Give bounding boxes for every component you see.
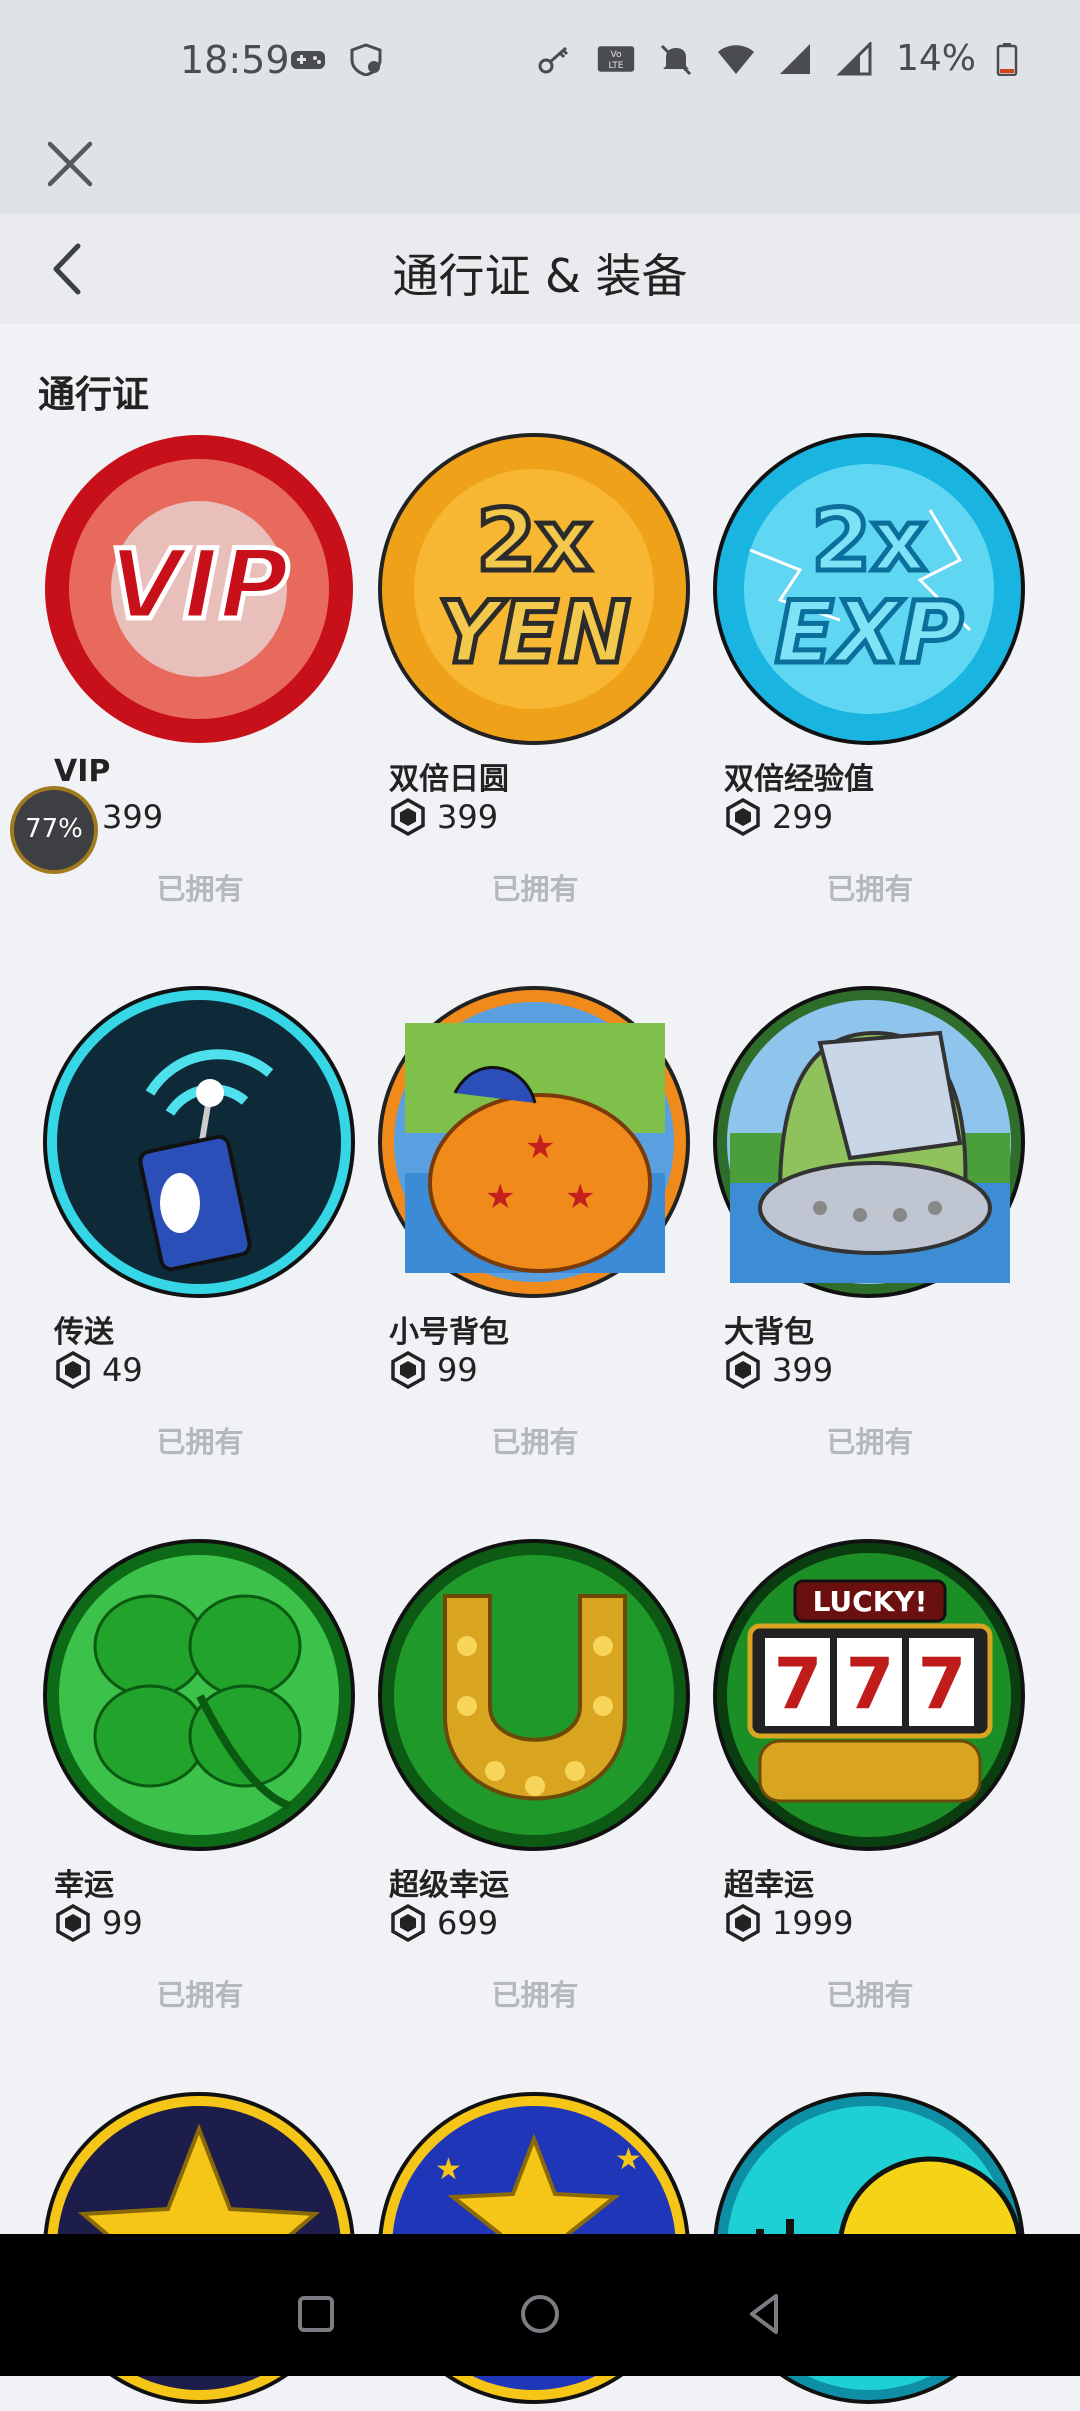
status-left-icons [288,42,386,76]
yen-pass-icon[interactable]: 2x YEN [375,430,693,748]
pass-price: 49 [54,1351,143,1389]
key-icon [538,46,569,73]
price-value: 399 [772,1351,834,1389]
performance-badge[interactable]: 77% [10,786,98,874]
robux-icon [391,798,425,836]
svg-text:VIP: VIP [109,529,289,641]
svg-text:LTE: LTE [608,61,623,71]
pass-name: 幸运 [54,1868,114,1903]
status-time: 18:59 [180,38,290,82]
battery-icon [996,42,1018,76]
pass-name: 小号背包 [389,1315,509,1350]
price-value: 699 [437,1904,499,1942]
recents-button[interactable] [292,2290,340,2338]
robux-icon [56,1351,90,1389]
pass-name: 大背包 [724,1315,814,1350]
pass-name: 超级幸运 [389,1868,509,1903]
slots-pass-icon[interactable]: LUCKY! 7 7 7 [710,1536,1028,1854]
price-value: 299 [772,798,834,836]
gamepad-icon [291,51,325,69]
volte-icon: VoLTE [597,45,635,72]
robux-icon [56,1904,90,1942]
performance-percent: 77% [25,814,83,844]
owned-status: 已拥有 [156,1425,244,1459]
price-value: 399 [102,798,164,836]
robux-icon [391,1904,425,1942]
svg-text:★: ★ [525,1127,555,1167]
nav-back-button[interactable] [740,2290,788,2338]
close-bar [0,122,1080,214]
price-value: 1999 [772,1904,854,1942]
owned-status: 已拥有 [491,1978,579,2012]
pass-name: 超幸运 [724,1868,814,1903]
vip-pass-icon[interactable]: VIP [40,430,358,748]
svg-text:7: 7 [774,1643,823,1725]
clover-pass-icon[interactable] [40,1536,358,1854]
signal2-icon [836,41,872,75]
pass-name: 双倍经验值 [724,762,874,797]
pass-price: 99 [54,1904,143,1942]
pass-price: 399 [389,798,498,836]
svg-text:★: ★ [615,2142,642,2177]
pass-price: 699 [389,1904,498,1942]
smallbag-pass-icon[interactable]: ★ ★ ★ [375,983,693,1301]
pass-price: 399 [724,1351,833,1389]
shield-icon [350,43,382,76]
bigbag-pass-icon[interactable] [710,983,1028,1301]
owned-status: 已拥有 [826,1425,914,1459]
page-title: 通行证 & 装备 [392,249,688,303]
pass-price: 99 [389,1351,478,1389]
robux-icon [726,1351,760,1389]
svg-text:7: 7 [918,1643,967,1725]
close-button[interactable] [42,136,98,192]
horseshoe-pass-icon[interactable] [375,1536,693,1854]
svg-text:★: ★ [435,2152,462,2187]
pass-name: VIP [54,754,111,789]
signal-icon [779,43,810,74]
wifi-icon [717,44,754,74]
home-button[interactable] [516,2290,564,2338]
battery-percent: 14% [895,38,976,79]
svg-text:EXP: EXP [775,583,963,683]
pass-price: 299 [724,798,833,836]
mute-icon [660,44,692,75]
owned-status: 已拥有 [826,1978,914,2012]
owned-status: 已拥有 [156,1978,244,2012]
svg-text:★: ★ [485,1177,515,1217]
price-value: 49 [102,1351,143,1389]
robux-icon [391,1351,425,1389]
teleport-pass-icon[interactable] [40,983,358,1301]
svg-text:★: ★ [565,1177,595,1217]
robux-icon [726,798,760,836]
svg-text:LUCKY!: LUCKY! [813,1585,928,1618]
svg-text:7: 7 [846,1643,895,1725]
pass-price: 1999 [724,1904,853,1942]
svg-text:2x: 2x [476,491,591,591]
owned-status: 已拥有 [491,872,579,906]
status-right-icons: Vo LTE 14% [536,38,1018,79]
robux-icon [726,1904,760,1942]
owned-status: 已拥有 [826,872,914,906]
svg-text:Vo: Vo [610,50,622,60]
svg-text:2x: 2x [811,491,926,591]
owned-status: 已拥有 [491,1425,579,1459]
price-value: 399 [437,798,499,836]
price-value: 99 [437,1351,478,1389]
pass-name: 传送 [54,1315,114,1350]
owned-status: 已拥有 [156,872,244,906]
section-title: 通行证 [38,373,149,416]
svg-text:YEN: YEN [438,583,631,683]
exp-pass-icon[interactable]: 2x EXP [710,430,1028,748]
price-value: 99 [102,1904,143,1942]
pass-name: 双倍日圆 [389,762,509,797]
